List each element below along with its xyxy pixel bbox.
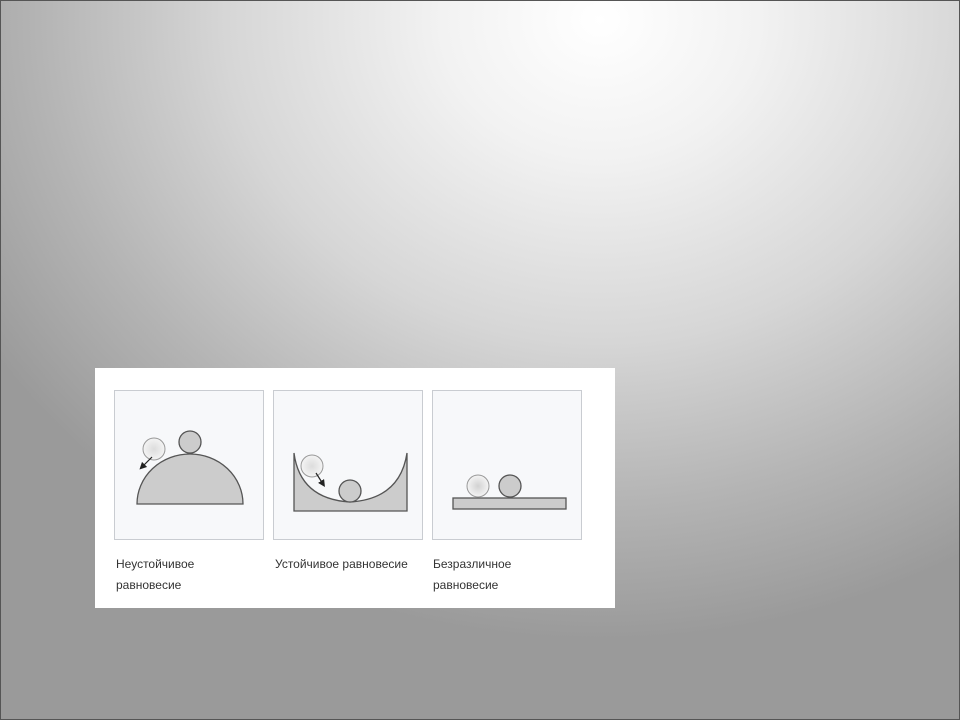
- equilibrium-figure: Неустойчивое равновесие Устойчивое равно…: [95, 368, 615, 608]
- ball: [178, 430, 202, 454]
- ghost-ball: [142, 437, 166, 461]
- stable-equilibrium-drawing: [293, 452, 408, 512]
- unstable-equilibrium-drawing: [136, 430, 244, 505]
- ghost-ball: [300, 454, 324, 478]
- caption-line: Безразличное: [433, 557, 512, 571]
- stable-equilibrium-diagram: [273, 390, 423, 540]
- ball: [338, 479, 362, 503]
- caption-line: Устойчивое равновесие: [275, 557, 408, 571]
- neutral-equilibrium-diagram: [432, 390, 582, 540]
- unstable-equilibrium-caption: Неустойчивое равновесие: [116, 554, 194, 596]
- ghost-ball: [466, 474, 490, 498]
- neutral-equilibrium-drawing: [452, 474, 567, 510]
- caption-line: равновесие: [433, 578, 499, 592]
- slide-frame: [0, 0, 960, 720]
- caption-line: равновесие: [116, 578, 182, 592]
- displacement-arrow: [139, 456, 153, 470]
- flat-surface: [452, 497, 567, 510]
- dome-surface: [136, 453, 244, 505]
- caption-line: Неустойчивое: [116, 557, 195, 571]
- ball: [498, 474, 522, 498]
- neutral-equilibrium-caption: Безразличное равновесие: [433, 554, 511, 596]
- stable-equilibrium-caption: Устойчивое равновесие: [275, 554, 408, 575]
- unstable-equilibrium-diagram: [114, 390, 264, 540]
